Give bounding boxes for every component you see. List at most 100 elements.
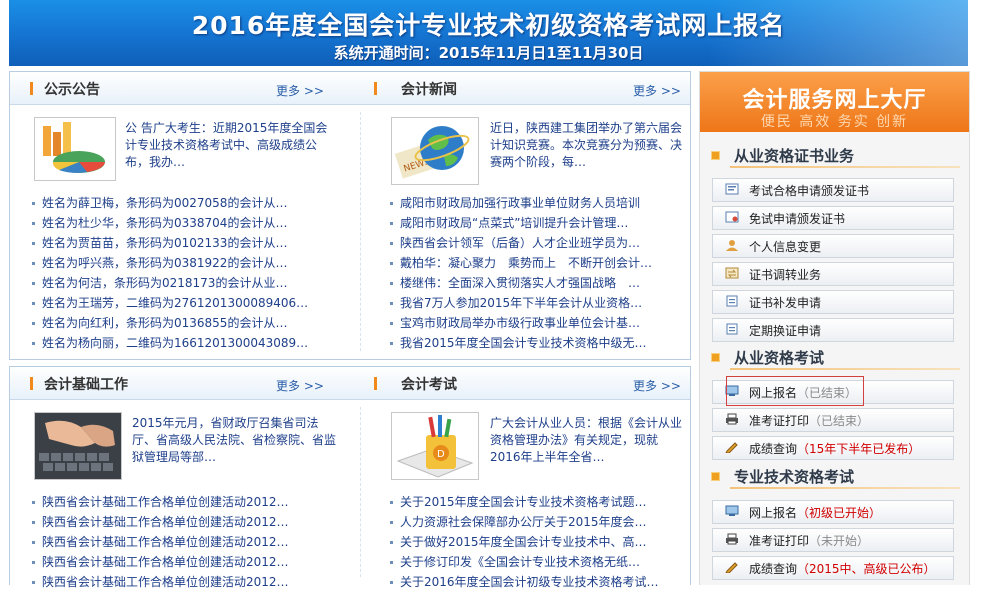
- announcement-intro[interactable]: 公 告广大考生：近期2015年度全国会计专业技术资格考试中、高级成绩公布，我办…: [125, 120, 335, 171]
- service-label: 网上报名（初级已开始）: [749, 506, 882, 520]
- news-more-link[interactable]: 更多 >>: [633, 82, 681, 99]
- card-icon: [725, 211, 739, 223]
- list-item[interactable]: 姓名为王瑞芳，二维码为2761201300089406…: [30, 293, 340, 313]
- category-title: 从业资格证书业务: [734, 147, 855, 165]
- category-underline: [730, 368, 960, 370]
- panel-header: [10, 72, 690, 105]
- news-globe-icon[interactable]: NEWS: [391, 117, 479, 185]
- service-reissue[interactable]: 证书补发申请: [712, 290, 954, 314]
- computer-icon: [725, 505, 739, 516]
- form-icon: [725, 183, 739, 195]
- pencil-icon: [725, 562, 738, 573]
- service-hall-slogan: 便民 高效 务实 创新: [760, 114, 909, 130]
- list-item[interactable]: 我省7万人参加2015年下半年会计从业资格…: [388, 293, 684, 313]
- list-item[interactable]: 陕西省会计基础工作合格单位创建活动2012…: [30, 552, 340, 572]
- list-item[interactable]: 戴柏华：凝心聚力 乘势而上 不断开创会计…: [388, 253, 684, 273]
- service-apply-certificate[interactable]: 考试合格申请颁发证书: [712, 178, 954, 202]
- service-hall-title: 会计服务网上大厅: [742, 88, 927, 113]
- top-content-panel: 公示公告 更多 >> 公 告广大考生：近期2015年度全国会计专业技术资格考试中…: [9, 71, 691, 360]
- news-intro[interactable]: 近日，陕西建工集团举办了第六届会计知识竞赛。本次竞赛分为预赛、决赛两个阶段，每…: [490, 120, 685, 171]
- list-item[interactable]: 关于修订印发《全国会计专业技术资格无纸…: [388, 552, 684, 572]
- list-item[interactable]: 姓名为薛卫梅，条形码为0027058的会计从…: [30, 193, 340, 213]
- list-item[interactable]: 陕西省会计基础工作合格单位创建活动2012…: [30, 572, 340, 592]
- status-text: （未开始）: [809, 534, 870, 548]
- pencil-icon: [725, 442, 738, 453]
- list-item[interactable]: 关于2015年度全国会计专业技术资格考试题…: [388, 492, 684, 512]
- list-item[interactable]: 姓名为杜少华，条形码为0338704的会计从…: [30, 213, 340, 233]
- service-label: 证书调转业务: [749, 268, 822, 282]
- list-item[interactable]: 楼继伟：全面深入贯彻落实人才强国战略 …: [388, 273, 684, 293]
- list-item[interactable]: 咸阳市财政局加强行政事业单位财务人员培训: [388, 193, 684, 213]
- list-item[interactable]: 陕西省会计领军（后备）人才企业班学员为…: [388, 233, 684, 253]
- category-title: 专业技术资格考试: [734, 468, 855, 486]
- exam-more-link[interactable]: 更多 >>: [633, 377, 681, 394]
- service-exempt-certificate[interactable]: 免试申请颁发证书: [712, 206, 954, 230]
- basics-list: 陕西省会计基础工作合格单位创建活动2012… 陕西省会计基础工作合格单位创建活动…: [30, 492, 340, 592]
- site-banner: 2016年度全国会计专业技术初级资格考试网上报名 系统开通时间：2015年11月…: [9, 0, 968, 66]
- category-certificate-business: 从业资格证书业务: [700, 144, 969, 168]
- section-marker-icon: [30, 82, 33, 95]
- banner-subtitle: 系统开通时间：2015年11月日1至11月30日: [333, 44, 644, 62]
- document-icon: [726, 323, 738, 335]
- square-bullet-icon: [712, 152, 719, 159]
- exam-list: 关于2015年度全国会计专业技术资格考试题… 人力资源社会保障部办公厅关于201…: [388, 492, 684, 592]
- document-icon: [726, 295, 738, 307]
- service-personal-info[interactable]: 个人信息变更: [712, 234, 954, 258]
- service-renewal[interactable]: 定期换证申请: [712, 318, 954, 342]
- list-item[interactable]: 宝鸡市财政局举办市级行政事业单位会计基…: [388, 313, 684, 333]
- list-item[interactable]: 姓名为向红利，条形码为0136855的会计从…: [30, 313, 340, 333]
- exam-pencil-cup-icon[interactable]: D: [391, 412, 479, 480]
- list-item[interactable]: 姓名为杨向丽，二维码为1661201300043089…: [30, 333, 340, 353]
- basics-more-link[interactable]: 更多 >>: [276, 377, 324, 394]
- user-icon: [726, 240, 738, 251]
- list-item[interactable]: 陕西省会计基础工作合格单位创建活动2012…: [30, 532, 340, 552]
- banner-title: 2016年度全国会计专业技术初级资格考试网上报名: [191, 11, 786, 40]
- list-item[interactable]: 姓名为呼兴燕，条形码为0381922的会计从…: [30, 253, 340, 273]
- announcement-list: 姓名为薛卫梅，条形码为0027058的会计从… 姓名为杜少华，条形码为03387…: [30, 193, 340, 353]
- svg-text:D: D: [437, 449, 445, 460]
- basics-keyboard-icon[interactable]: [34, 412, 122, 480]
- list-item[interactable]: 咸阳市财政局“点菜式”培训提升会计管理…: [388, 213, 684, 233]
- bottom-content-panel: 会计基础工作 更多 >> 2015年元月，省财政厅召集省司法厅、省高级人民法院、…: [9, 366, 691, 589]
- service-label: 个人信息变更: [749, 240, 822, 254]
- announcement-chart-icon[interactable]: [34, 117, 116, 181]
- pro-score-query[interactable]: 成绩查询（2015中、高级已公布）: [712, 556, 954, 580]
- exam-intro[interactable]: 广大会计从业人员：根据《会计从业资格管理办法》有关规定，现就2016年上半年全省…: [490, 415, 685, 466]
- announcement-title: 公示公告: [44, 82, 100, 98]
- service-label: 免试申请颁发证书: [749, 212, 846, 226]
- list-item[interactable]: 我省2015年度全国会计专业技术资格中级无…: [388, 333, 684, 353]
- service-hall-banner[interactable]: 会计服务网上大厅 便民 高效 务实 创新: [700, 72, 969, 132]
- list-item[interactable]: 关于做好2015年度全国会计专业技术中、高…: [388, 532, 684, 552]
- square-bullet-icon: [712, 354, 719, 361]
- list-item[interactable]: 关于2016年度全国会计初级专业技术资格考试…: [388, 572, 684, 592]
- list-item[interactable]: 陕西省会计基础工作合格单位创建活动2012…: [30, 512, 340, 532]
- service-label: 考试合格申请颁发证书: [749, 184, 870, 198]
- service-label: 成绩查询（15年下半年已发布）: [749, 442, 921, 456]
- highlight-box: [726, 376, 864, 406]
- service-label: 定期换证申请: [749, 324, 822, 338]
- status-text: （15年下半年已发布）: [797, 442, 921, 456]
- practice-score-query[interactable]: 成绩查询（15年下半年已发布）: [712, 436, 954, 460]
- status-text: （初级已开始）: [797, 506, 882, 520]
- column-divider: [360, 407, 361, 577]
- service-transfer[interactable]: 证书调转业务: [712, 262, 954, 286]
- practice-admission-ticket[interactable]: 准考证打印（已结束）: [712, 408, 954, 432]
- section-marker-icon: [374, 82, 377, 95]
- category-practice-exam: 从业资格考试: [700, 346, 969, 370]
- category-underline: [730, 487, 960, 489]
- basics-intro[interactable]: 2015年元月，省财政厅召集省司法厅、省高级人民法院、省检察院、省监狱管理局等部…: [132, 415, 337, 466]
- pro-online-registration[interactable]: 网上报名（初级已开始）: [712, 500, 954, 524]
- announcement-more-link[interactable]: 更多 >>: [276, 82, 324, 99]
- service-label: 证书补发申请: [749, 296, 822, 310]
- pro-admission-ticket[interactable]: 准考证打印（未开始）: [712, 528, 954, 552]
- service-label: 准考证打印（未开始）: [749, 534, 870, 548]
- list-item[interactable]: 人力资源社会保障部办公厅关于2015年度会…: [388, 512, 684, 532]
- list-item[interactable]: 姓名为贾苗苗，条形码为0102133的会计从…: [30, 233, 340, 253]
- transfer-icon: [725, 267, 739, 279]
- news-list: 咸阳市财政局加强行政事业单位财务人员培训 咸阳市财政局“点菜式”培训提升会计管理…: [388, 193, 684, 353]
- list-item[interactable]: 姓名为何洁，条形码为0218173的会计从业…: [30, 273, 340, 293]
- category-professional-exam: 专业技术资格考试: [700, 465, 969, 489]
- list-item[interactable]: 陕西省会计基础工作合格单位创建活动2012…: [30, 492, 340, 512]
- news-title: 会计新闻: [401, 82, 457, 98]
- column-divider: [360, 112, 361, 351]
